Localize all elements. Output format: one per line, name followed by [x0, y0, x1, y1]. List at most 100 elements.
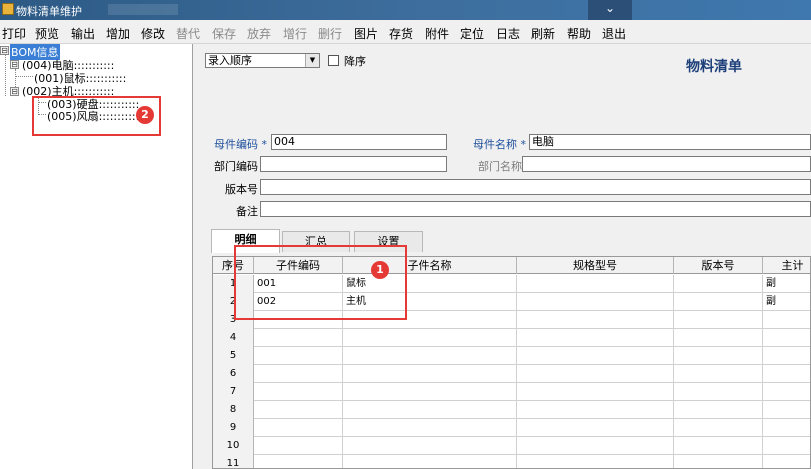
cell-spec[interactable] [517, 293, 674, 311]
descending-checkbox[interactable] [328, 55, 339, 66]
table-row[interactable]: 9 [213, 419, 810, 437]
table-row[interactable]: 5 [213, 347, 810, 365]
menu-inventory[interactable]: 存货 [389, 25, 413, 42]
cell-child-name[interactable] [343, 383, 517, 401]
dropdown-arrow-icon[interactable]: ▼ [305, 54, 319, 67]
cell-main-unit[interactable] [763, 401, 810, 419]
menu-locate[interactable]: 定位 [460, 25, 484, 42]
parent-code-input[interactable]: 004 [271, 134, 447, 150]
version-input[interactable] [260, 179, 811, 195]
cell-main-unit[interactable]: 副 [763, 275, 810, 293]
cell-child-code[interactable] [254, 419, 343, 437]
cell-child-name[interactable] [343, 455, 517, 468]
cell-child-code[interactable] [254, 365, 343, 383]
cell-spec[interactable] [517, 383, 674, 401]
cell-child-code[interactable] [254, 329, 343, 347]
parent-code-label-text: 母件编码 [214, 138, 258, 151]
menu-export[interactable]: 输出 [71, 25, 95, 42]
menu-attachment[interactable]: 附件 [425, 25, 449, 42]
table-row[interactable]: 10 [213, 437, 810, 455]
table-row[interactable]: 4 [213, 329, 810, 347]
cell-main-unit[interactable] [763, 383, 810, 401]
cell-version[interactable] [674, 347, 763, 365]
menu-modify[interactable]: 修改 [141, 25, 165, 42]
cell-version[interactable] [674, 401, 763, 419]
collapse-icon[interactable]: ⊟ [10, 60, 19, 69]
required-mark: * [261, 138, 268, 151]
dept-name-input[interactable] [522, 156, 811, 172]
cell-spec[interactable] [517, 275, 674, 293]
menu-delete-row[interactable]: 删行 [318, 25, 342, 42]
menu-save[interactable]: 保存 [212, 25, 236, 42]
menu-refresh[interactable]: 刷新 [531, 25, 555, 42]
table-row[interactable]: 6 [213, 365, 810, 383]
cell-main-unit[interactable] [763, 311, 810, 329]
cell-spec[interactable] [517, 401, 674, 419]
cell-main-unit[interactable] [763, 329, 810, 347]
cell-spec[interactable] [517, 419, 674, 437]
cell-main-unit[interactable] [763, 347, 810, 365]
column-header-main-unit[interactable]: 主计 [763, 257, 810, 274]
menu-log[interactable]: 日志 [496, 25, 520, 42]
row-number: 5 [213, 347, 254, 365]
cell-spec[interactable] [517, 347, 674, 365]
collapse-icon[interactable]: ⊟ [0, 46, 9, 55]
column-header-spec[interactable]: 规格型号 [517, 257, 674, 274]
table-row[interactable]: 8 [213, 401, 810, 419]
cell-child-code[interactable] [254, 401, 343, 419]
cell-version[interactable] [674, 437, 763, 455]
cell-child-code[interactable] [254, 437, 343, 455]
sort-order-select[interactable]: 录入顺序 ▼ [205, 53, 320, 68]
remark-input[interactable] [260, 201, 811, 217]
cell-child-name[interactable] [343, 419, 517, 437]
cell-main-unit[interactable]: 副 [763, 293, 810, 311]
cell-main-unit[interactable] [763, 365, 810, 383]
column-header-version[interactable]: 版本号 [674, 257, 763, 274]
cell-child-name[interactable] [343, 437, 517, 455]
menu-substitute[interactable]: 替代 [176, 25, 200, 42]
cell-spec[interactable] [517, 455, 674, 468]
row-number: 9 [213, 419, 254, 437]
table-row[interactable]: 7 [213, 383, 810, 401]
cell-main-unit[interactable] [763, 419, 810, 437]
table-row[interactable]: 11 [213, 455, 810, 468]
cell-version[interactable] [674, 329, 763, 347]
menu-print[interactable]: 打印 [2, 25, 26, 42]
cell-child-name[interactable] [343, 365, 517, 383]
collapse-icon[interactable]: ⊟ [10, 87, 19, 96]
cell-version[interactable] [674, 419, 763, 437]
cell-version[interactable] [674, 455, 763, 468]
cell-version[interactable] [674, 275, 763, 293]
dept-code-input[interactable] [260, 156, 447, 172]
cell-main-unit[interactable] [763, 437, 810, 455]
cell-spec[interactable] [517, 365, 674, 383]
cell-version[interactable] [674, 311, 763, 329]
cell-child-name[interactable] [343, 329, 517, 347]
annotation-box-1 [234, 245, 407, 320]
remark-label: 备注 [236, 205, 258, 218]
menu-help[interactable]: 帮助 [567, 25, 591, 42]
cell-version[interactable] [674, 383, 763, 401]
minimize-button[interactable]: ⌄ [588, 0, 632, 20]
cell-child-name[interactable] [343, 401, 517, 419]
cell-spec[interactable] [517, 311, 674, 329]
menu-add-row[interactable]: 增行 [283, 25, 307, 42]
app-icon [2, 3, 14, 15]
cell-spec[interactable] [517, 437, 674, 455]
cell-spec[interactable] [517, 329, 674, 347]
cell-child-code[interactable] [254, 455, 343, 468]
parent-name-input[interactable]: 电脑 [529, 134, 811, 150]
cell-version[interactable] [674, 365, 763, 383]
cell-version[interactable] [674, 293, 763, 311]
cell-child-code[interactable] [254, 383, 343, 401]
menu-image[interactable]: 图片 [354, 25, 378, 42]
cell-child-code[interactable] [254, 347, 343, 365]
menu-discard[interactable]: 放弃 [247, 25, 271, 42]
row-number: 4 [213, 329, 254, 347]
row-number: 6 [213, 365, 254, 383]
menu-add[interactable]: 增加 [106, 25, 130, 42]
cell-child-name[interactable] [343, 347, 517, 365]
menu-preview[interactable]: 预览 [35, 25, 59, 42]
menu-exit[interactable]: 退出 [602, 25, 626, 42]
cell-main-unit[interactable] [763, 455, 810, 468]
